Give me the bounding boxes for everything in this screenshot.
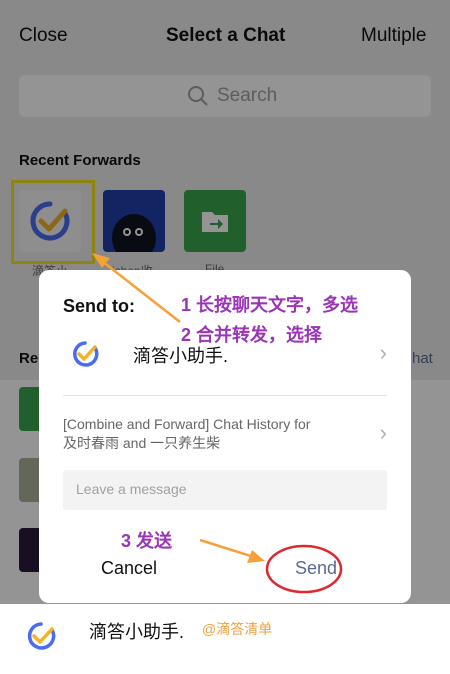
chevron-right-icon: › (379, 340, 387, 365)
check-logo-icon (27, 622, 56, 650)
message-placeholder: Leave a message (76, 481, 187, 497)
cancel-button[interactable]: Cancel (101, 558, 157, 579)
chat-row[interactable]: 滴答小助手. @滴答清单 (0, 604, 450, 674)
chat-history-row[interactable]: [Combine and Forward] Chat History for 及… (39, 410, 411, 458)
send-highlight-circle (265, 544, 343, 594)
chat-history-line: [Combine and Forward] Chat History for (63, 416, 311, 432)
annotation-step1: 1 长按聊天文字，多选 (181, 295, 359, 315)
message-input[interactable]: Leave a message (63, 470, 387, 510)
chat-row-tag: @滴答清单 (202, 621, 273, 637)
divider (63, 395, 387, 396)
annotation-step2: 2 合并转发，选择 (181, 325, 323, 345)
check-logo-icon (73, 341, 99, 367)
chevron-right-icon: › (379, 420, 387, 445)
annotation-arrow (199, 538, 265, 563)
chat-history-line: 及时春雨 and 一只养生柴 (63, 435, 221, 451)
chat-row-name: 滴答小助手. (89, 622, 185, 642)
annotation-step3: 3 发送 (121, 531, 173, 551)
chat-history-text: [Combine and Forward] Chat History for 及… (63, 415, 363, 453)
annotation-arrow (92, 253, 181, 323)
